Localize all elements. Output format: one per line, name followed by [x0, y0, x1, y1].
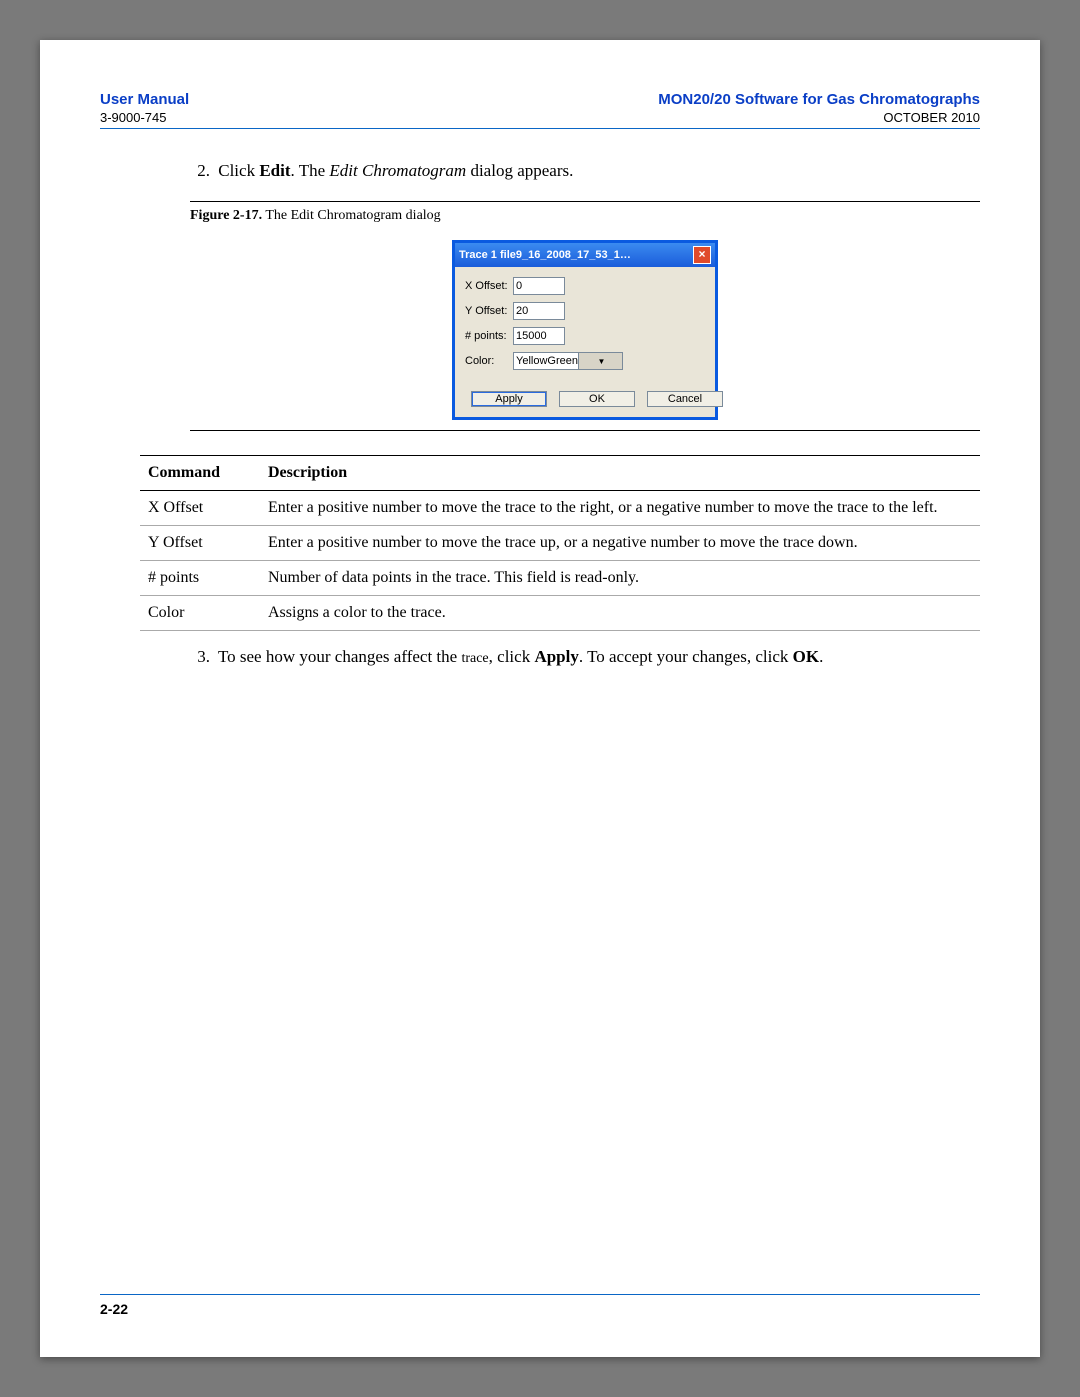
figure-rule-bottom	[190, 430, 980, 431]
color-select[interactable]: YellowGreen ▼	[513, 352, 623, 370]
points-input[interactable]	[513, 327, 565, 345]
cell-command: # points	[140, 561, 260, 596]
cancel-button[interactable]: Cancel	[647, 391, 723, 407]
step-2-dialog-name: Edit Chromatogram	[329, 161, 466, 180]
step-2-text-pre: Click	[218, 161, 259, 180]
step-3-t4: .	[819, 647, 823, 666]
figure-rule-top	[190, 201, 980, 202]
dialog-title-text: Trace 1 file9_16_2008_17_53_1…	[459, 249, 631, 261]
y-offset-input[interactable]	[513, 302, 565, 320]
cell-description: Enter a positive number to move the trac…	[260, 526, 980, 561]
close-icon[interactable]: ×	[693, 246, 711, 264]
dialog-button-row: Apply OK Cancel	[455, 385, 715, 417]
figure-caption: Figure 2-17. The Edit Chromatogram dialo…	[190, 208, 980, 224]
header-left: User Manual 3-9000-745	[100, 90, 189, 126]
page-header: User Manual 3-9000-745 MON20/20 Software…	[100, 90, 980, 129]
x-offset-label: X Offset:	[465, 280, 513, 292]
row-y-offset: Y Offset:	[465, 302, 705, 320]
step-2-edit: Edit	[259, 161, 290, 180]
dialog-body: X Offset: Y Offset: # points: Color:	[455, 267, 715, 385]
table-row: # points Number of data points in the tr…	[140, 561, 980, 596]
body-column: 2. Click Edit. The Edit Chromatogram dia…	[190, 159, 980, 431]
cell-command: Color	[140, 596, 260, 631]
points-label: # points:	[465, 330, 513, 342]
step-3: 3. To see how your changes affect the tr…	[190, 645, 980, 669]
th-description: Description	[260, 456, 980, 491]
header-right-sub: OCTOBER 2010	[658, 110, 980, 127]
step-3-ok: OK	[793, 647, 819, 666]
header-left-title: User Manual	[100, 90, 189, 110]
step-2: 2. Click Edit. The Edit Chromatogram dia…	[190, 159, 980, 183]
color-label: Color:	[465, 355, 513, 367]
y-offset-label: Y Offset:	[465, 305, 513, 317]
step-3-apply: Apply	[534, 647, 578, 666]
row-color: Color: YellowGreen ▼	[465, 352, 705, 370]
row-x-offset: X Offset:	[465, 277, 705, 295]
ok-button[interactable]: OK	[559, 391, 635, 407]
color-select-value: YellowGreen	[514, 355, 578, 367]
header-right-title: MON20/20 Software for Gas Chromatographs	[658, 90, 980, 110]
dialog-figure: Trace 1 file9_16_2008_17_53_1… × X Offse…	[190, 240, 980, 420]
apply-button[interactable]: Apply	[471, 391, 547, 407]
header-right: MON20/20 Software for Gas Chromatographs…	[658, 90, 980, 126]
figure-caption-text: The Edit Chromatogram dialog	[265, 208, 440, 223]
table-row: Color Assigns a color to the trace.	[140, 596, 980, 631]
figure-label: Figure 2-17.	[190, 208, 262, 223]
step-3-trace: trace	[461, 651, 488, 666]
step-3-t2: , click	[489, 647, 535, 666]
row-points: # points:	[465, 327, 705, 345]
cell-description: Number of data points in the trace. This…	[260, 561, 980, 596]
dialog-titlebar[interactable]: Trace 1 file9_16_2008_17_53_1… ×	[455, 243, 715, 267]
chevron-down-icon[interactable]: ▼	[578, 353, 622, 369]
cell-command: Y Offset	[140, 526, 260, 561]
document-page: User Manual 3-9000-745 MON20/20 Software…	[40, 40, 1040, 1357]
step-2-text-post: dialog appears.	[466, 161, 573, 180]
edit-chromatogram-dialog: Trace 1 file9_16_2008_17_53_1… × X Offse…	[452, 240, 718, 420]
table-row: X Offset Enter a positive number to move…	[140, 491, 980, 526]
step-2-text-mid: . The	[291, 161, 330, 180]
command-table: Command Description X Offset Enter a pos…	[140, 455, 980, 631]
step-3-t1: To see how your changes affect the	[218, 647, 462, 666]
x-offset-input[interactable]	[513, 277, 565, 295]
step-3-t3: . To accept your changes, click	[579, 647, 793, 666]
table-row: Y Offset Enter a positive number to move…	[140, 526, 980, 561]
cell-command: X Offset	[140, 491, 260, 526]
step-3-number: 3.	[190, 645, 210, 669]
header-left-sub: 3-9000-745	[100, 110, 189, 127]
cell-description: Assigns a color to the trace.	[260, 596, 980, 631]
page-number: 2-22	[100, 1301, 128, 1317]
cell-description: Enter a positive number to move the trac…	[260, 491, 980, 526]
page-footer: 2-22	[100, 1294, 980, 1317]
step-2-number: 2.	[190, 159, 210, 183]
table-head-row: Command Description	[140, 456, 980, 491]
th-command: Command	[140, 456, 260, 491]
body-column-2: 3. To see how your changes affect the tr…	[190, 645, 980, 669]
